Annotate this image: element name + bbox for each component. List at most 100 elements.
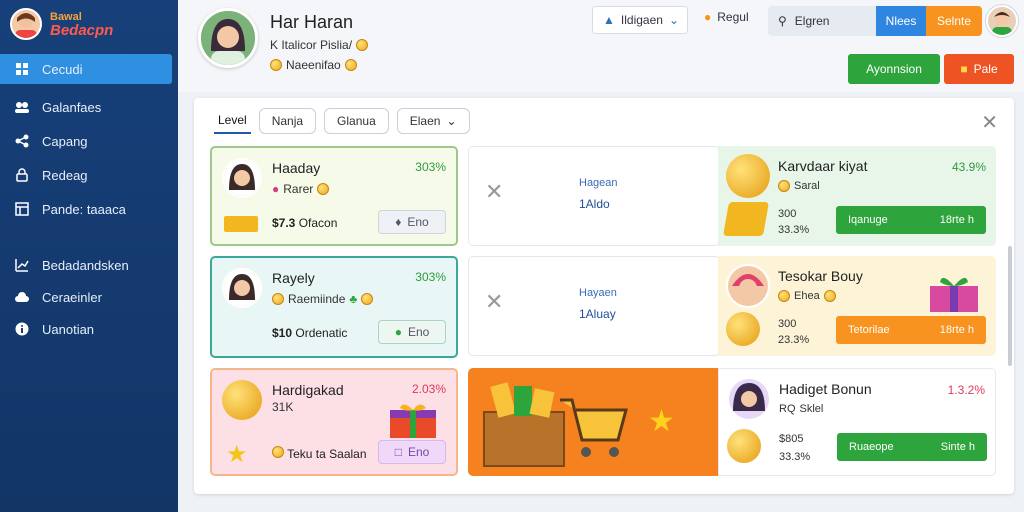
claim-button[interactable]: Ruaeope Sinte h [837, 433, 987, 461]
gift-icon [928, 272, 980, 314]
sidebar-item-galanfaes[interactable]: Galanfaes [0, 92, 178, 122]
profile-avatar[interactable] [198, 8, 258, 68]
profile-subtitle-text: K Italicor Pislia/ [270, 38, 353, 52]
claim-button-value: 18rte h [939, 324, 974, 336]
header-dropdown[interactable]: ▲ Ildigaen ⌄ [592, 6, 688, 34]
search-placeholder: Elgren [794, 14, 830, 28]
sidebar-item-capang[interactable]: Capang [0, 126, 178, 156]
sidebar: Bawal Bedacpn Cecudi Galanfaes Capang Re… [0, 0, 178, 512]
header-dropdown-label: Ildigaen [620, 13, 663, 27]
sidebar-item-cecudi[interactable]: Cecudi [0, 54, 172, 84]
claim-button-label: Iqanuge [848, 214, 888, 226]
sidebar-item-bedadandsken[interactable]: Bedadandsken [0, 250, 178, 280]
header-blue-button[interactable]: Nlees [876, 6, 926, 36]
logo[interactable]: Bawal Bedacpn [0, 0, 178, 48]
card-button[interactable]: ♦ Eno [378, 210, 446, 234]
card-name: Tesokar Bouy [778, 268, 863, 284]
card-subtitle-text: Rarer [283, 182, 314, 196]
card-button[interactable]: ● Eno [378, 320, 446, 344]
header: Har Haran K Italicor Pislia/ Naeenifao ▲… [178, 0, 1024, 92]
reward-card[interactable]: Hadiget Bonun 1.3.2% RQ Sklel $805 33.3%… [718, 368, 996, 476]
placeholder-tile[interactable]: ✕ Hayaen 1Aluay [468, 256, 720, 356]
card-rate: 33.3% [778, 224, 810, 236]
coin-icon [778, 290, 790, 302]
claim-button[interactable]: Tetorilae 18rte h [836, 316, 986, 344]
scrollbar[interactable] [1008, 246, 1012, 366]
coin-icon [344, 59, 357, 71]
reward-card[interactable]: Karvdaar kiyat 43.9% Saral 300 33.3% Iqa… [718, 146, 996, 246]
coin-stack-icon [727, 429, 761, 463]
card-name: Rayely [272, 270, 315, 286]
tab-nanja[interactable]: Nanja [258, 108, 317, 134]
reward-card[interactable]: Tesokar Bouy Ehea 300 23.3% Tetorilae 18… [718, 256, 996, 356]
tab-elaen[interactable]: Elaen ⌄ [396, 108, 470, 134]
gold-bar-icon [723, 202, 769, 236]
red-action-button[interactable]: ■ Pale [944, 54, 1014, 84]
card-subtitle: RQ Sklel [779, 403, 823, 415]
card-subtitle: Saral [778, 180, 820, 192]
card-amount-value: $7.3 [272, 216, 296, 230]
close-icon[interactable]: ✕ [981, 110, 998, 135]
sidebar-item-label: Bedadandsken [42, 257, 129, 273]
sidebar-item-label: Ceraeinler [42, 289, 102, 305]
tile-value: 1Aldo [579, 197, 610, 211]
card-rate: 23.3% [778, 334, 810, 346]
info-icon [14, 321, 30, 337]
offer-card[interactable]: Hardigakad 2.03% 31K ★ Teku ta Saalan □ … [210, 368, 458, 476]
logo-avatar-icon [10, 8, 42, 40]
card-value: 300 [778, 318, 797, 330]
shopping-cart-icon [483, 382, 628, 467]
globe-icon: ● [704, 10, 712, 24]
card-amount-label: Ordenatic [295, 326, 348, 340]
ticket-icon: ■ [960, 62, 968, 76]
card-subtitle: Ehea [778, 290, 836, 302]
close-icon[interactable]: ✕ [485, 289, 503, 315]
sidebar-item-ceraeinler[interactable]: Ceraeinler [0, 282, 178, 312]
close-icon[interactable]: ✕ [485, 179, 503, 205]
tile-value: 1Aluay [579, 307, 616, 321]
leaf-icon: ● [394, 325, 402, 339]
user-avatar[interactable] [986, 5, 1018, 37]
tab-bar: Level Nanja Glanua Elaen ⌄ [214, 108, 470, 134]
sidebar-item-label: Uanotian [42, 321, 95, 337]
tab-glanua[interactable]: Glanua [324, 108, 389, 134]
shop-banner[interactable]: ★ [468, 368, 720, 476]
offer-card[interactable]: Haaday 303% ● Rarer $7.3 Ofacon ♦ Eno [210, 146, 458, 246]
gift-icon [388, 400, 438, 440]
card-name: Karvdaar kiyat [778, 158, 868, 174]
coin-icon [726, 312, 760, 346]
sidebar-item-label: Capang [42, 133, 88, 149]
main-panel: Level Nanja Glanua Elaen ⌄ ✕ Haaday 303%… [194, 98, 1014, 494]
sidebar-item-label: Galanfaes [42, 99, 102, 115]
chevron-down-icon: ⌄ [446, 114, 457, 128]
sidebar-item-uanotian[interactable]: Uanotian [0, 314, 178, 344]
search-input[interactable]: ⚲ Elgren [768, 6, 876, 36]
logo-text-main: Bedacpn [50, 22, 114, 39]
placeholder-tile[interactable]: ✕ Hagean 1Aldo [468, 146, 720, 246]
tab-level[interactable]: Level [214, 108, 251, 134]
sidebar-item-pande-taaaca[interactable]: Pande: taaaca [0, 194, 178, 224]
claim-button-label: Ruaeope [849, 441, 894, 453]
avatar [222, 268, 262, 308]
grid-icon [14, 61, 30, 77]
tile-title: Hagean [579, 177, 618, 189]
star-icon: ★ [226, 441, 248, 468]
chevron-down-icon: ⌄ [668, 13, 679, 27]
clover-icon: ♣ [349, 292, 358, 306]
card-button[interactable]: □ Eno [378, 440, 446, 464]
claim-button[interactable]: Iqanuge 18rte h [836, 206, 986, 234]
sidebar-item-redeag[interactable]: Redeag [0, 160, 178, 190]
red-action-label: Pale [973, 62, 998, 76]
profile-status: Naeenifao [270, 58, 357, 72]
lock-icon [14, 167, 30, 183]
card-name: Hadiget Bonun [779, 381, 872, 397]
regional-selector[interactable]: ● Regul [704, 10, 749, 24]
coin-icon [726, 154, 770, 198]
coin-icon [778, 180, 790, 192]
offer-card[interactable]: Rayely 303% Raemiinde ♣ $10 Ordenatic ● … [210, 256, 458, 358]
card-button-label: Eno [407, 325, 430, 339]
gold-bars-icon [224, 216, 258, 232]
header-orange-button[interactable]: Selnte [926, 6, 982, 36]
green-action-button[interactable]: Ayonnsion [848, 54, 940, 84]
star-icon: ★ [648, 405, 675, 438]
